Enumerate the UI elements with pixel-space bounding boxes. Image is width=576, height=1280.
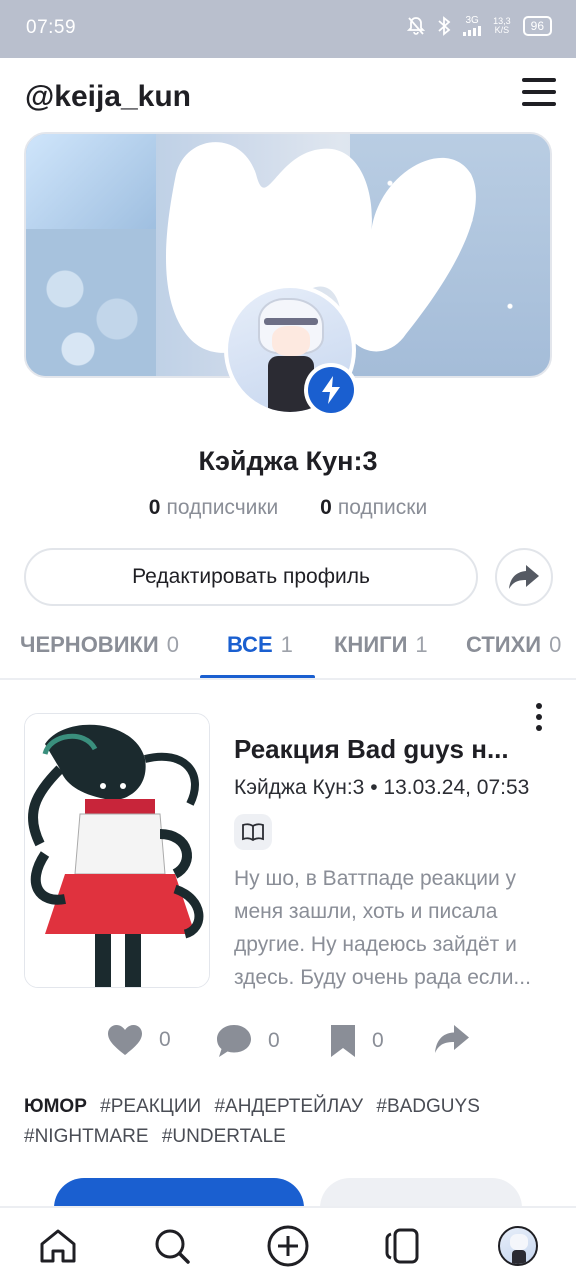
post-tags: ЮМОР #РЕАКЦИИ #АНДЕРТЕЙЛАУ #BADGUYS #NIG… bbox=[24, 1092, 554, 1152]
hashtag[interactable]: #NIGHTMARE bbox=[24, 1126, 149, 1147]
likes-count: 0 bbox=[159, 1028, 171, 1051]
comments-count: 0 bbox=[268, 1029, 280, 1052]
following-stat[interactable]: 0 подписки bbox=[320, 496, 427, 520]
like-button[interactable]: 0 bbox=[107, 1024, 171, 1056]
post-actions: 0 0 0 bbox=[0, 1018, 576, 1068]
comment-icon bbox=[217, 1025, 251, 1057]
comment-button[interactable]: 0 bbox=[216, 1024, 280, 1058]
post-title[interactable]: Реакция Bad guys н... bbox=[234, 734, 509, 765]
avatar bbox=[498, 1226, 538, 1266]
content-tabs: ЧЕРНОВИКИ 0 ВСЕ 1 КНИГИ 1 СТИХИ 0 bbox=[0, 620, 576, 680]
network-speed: 13,3 K/S bbox=[493, 17, 511, 35]
post-more-options-icon[interactable] bbox=[526, 700, 552, 734]
post-cover-image[interactable] bbox=[24, 713, 210, 988]
meta-separator: • bbox=[370, 776, 378, 799]
tab-poems-label: СТИХИ bbox=[466, 632, 542, 657]
tab-drafts-count: 0 bbox=[166, 632, 179, 657]
share-arrow-icon bbox=[435, 1025, 469, 1053]
bottom-navigation bbox=[0, 1206, 576, 1280]
share-arrow-icon bbox=[509, 565, 539, 589]
open-book-icon bbox=[234, 814, 272, 850]
tab-all-label: ВСЕ bbox=[227, 632, 273, 657]
status-icons: 3G 13,3 K/S 96 bbox=[407, 16, 552, 36]
followers-count: 0 bbox=[148, 496, 161, 519]
tab-drafts-label: ЧЕРНОВИКИ bbox=[20, 632, 159, 657]
following-count: 0 bbox=[320, 496, 332, 519]
tab-poems-count: 0 bbox=[549, 632, 562, 657]
heart-icon bbox=[108, 1025, 142, 1055]
share-profile-button[interactable] bbox=[495, 548, 553, 606]
hashtag[interactable]: #BADGUYS bbox=[376, 1096, 479, 1117]
post-author[interactable]: Кэйджа Кун:3 bbox=[234, 776, 364, 799]
tab-books[interactable]: КНИГИ 1 bbox=[334, 632, 428, 658]
tab-all-count: 1 bbox=[280, 632, 293, 657]
post-datetime: 13.03.24, 07:53 bbox=[383, 776, 530, 799]
signal-icon bbox=[463, 26, 482, 36]
followers-stat[interactable]: 0 подписчики bbox=[149, 496, 279, 520]
tab-poems[interactable]: СТИХИ 0 bbox=[466, 632, 561, 658]
battery-indicator: 96 bbox=[522, 16, 552, 36]
display-name: Кэйджа Кун:3 bbox=[198, 446, 378, 476]
hashtag[interactable]: #UNDERTALE bbox=[162, 1126, 286, 1147]
add-circle-icon[interactable] bbox=[266, 1224, 310, 1268]
active-tab-indicator bbox=[200, 675, 315, 678]
network-indicator: 3G bbox=[463, 15, 482, 36]
tab-all[interactable]: ВСЕ 1 bbox=[227, 632, 293, 658]
tab-drafts[interactable]: ЧЕРНОВИКИ 0 bbox=[20, 632, 179, 658]
network-type: 3G bbox=[465, 15, 479, 26]
profile-header: @keija_kun bbox=[0, 58, 576, 134]
post-meta: Кэйджа Кун:3 • 13.03.24, 07:53 bbox=[234, 776, 554, 800]
home-icon[interactable] bbox=[36, 1224, 80, 1268]
banner-candy-image bbox=[26, 229, 156, 376]
following-label: подписки bbox=[337, 496, 428, 519]
hashtag[interactable]: #АНДЕРТЕЙЛАУ bbox=[214, 1096, 363, 1117]
bookmark-button[interactable]: 0 bbox=[330, 1024, 384, 1058]
profile-stats: 0 подписчики 0 подписки bbox=[0, 496, 576, 520]
genre-tag[interactable]: ЮМОР bbox=[24, 1096, 87, 1117]
mute-bell-icon bbox=[407, 16, 426, 36]
bookmark-icon bbox=[331, 1025, 355, 1057]
profile-avatar-nav[interactable] bbox=[496, 1224, 540, 1268]
username: @keija_kun bbox=[25, 80, 191, 113]
tab-books-count: 1 bbox=[415, 632, 428, 657]
bluetooth-icon bbox=[437, 16, 451, 36]
share-post-button[interactable] bbox=[434, 1024, 470, 1054]
tab-books-label: КНИГИ bbox=[334, 632, 408, 657]
hamburger-menu-icon[interactable] bbox=[522, 78, 556, 110]
search-icon[interactable] bbox=[150, 1224, 194, 1268]
edit-profile-button[interactable]: Редактировать профиль bbox=[24, 548, 478, 606]
lightning-bolt-icon bbox=[304, 363, 358, 417]
speed-unit: K/S bbox=[494, 25, 510, 35]
banner-lightning-image bbox=[26, 134, 156, 229]
post-excerpt[interactable]: Ну шо, в Ваттпаде реакции у меня зашли, … bbox=[234, 862, 552, 994]
hashtag[interactable]: #РЕАКЦИИ bbox=[100, 1096, 201, 1117]
bookmarks-count: 0 bbox=[372, 1029, 384, 1052]
library-icon[interactable] bbox=[381, 1224, 425, 1268]
status-time: 07:59 bbox=[26, 17, 77, 38]
followers-label: подписчики bbox=[166, 496, 279, 519]
status-bar: 07:59 3G 13,3 K/S 96 bbox=[0, 0, 576, 58]
